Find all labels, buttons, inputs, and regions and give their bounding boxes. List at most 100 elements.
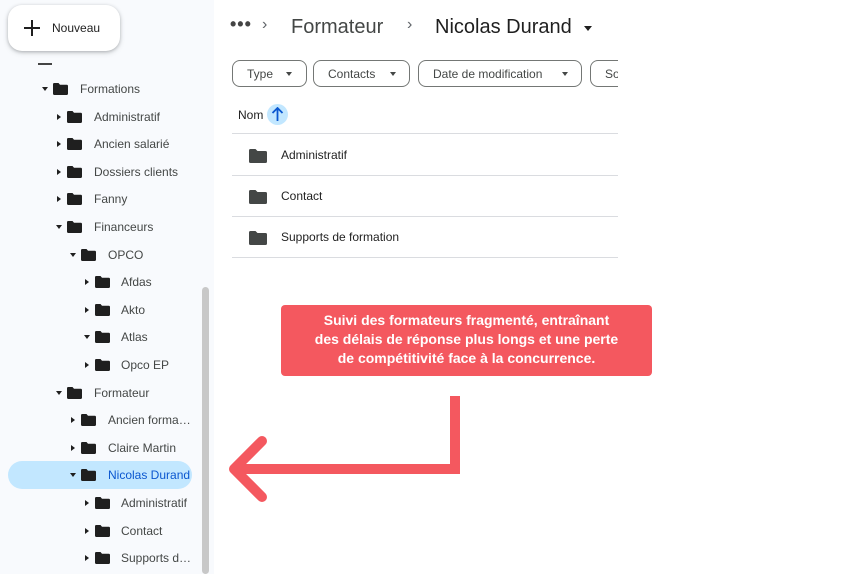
- sidebar-item-label: Dossiers clients: [94, 164, 179, 179]
- caret-down-icon[interactable]: [70, 252, 76, 257]
- folder-icon: [95, 497, 110, 509]
- chevron-down-icon: [286, 72, 292, 76]
- new-button-label: Nouveau: [52, 21, 101, 35]
- list-header: Nom: [232, 100, 618, 134]
- caret-down-icon[interactable]: [84, 335, 90, 340]
- sidebar-item-label: Formations: [80, 82, 141, 96]
- caret-down-icon[interactable]: [56, 225, 62, 229]
- folder-icon: [95, 276, 110, 289]
- sort-button[interactable]: [267, 104, 288, 125]
- sidebar-item-label: Contact: [121, 523, 163, 538]
- folder-icon: [81, 469, 96, 482]
- folder-icon: [81, 248, 96, 261]
- sidebar-item[interactable]: Administratif: [0, 104, 200, 130]
- folder-icon: [67, 165, 82, 178]
- sidebar-item-label: Administratif: [121, 496, 188, 510]
- sidebar-item[interactable]: Formations: [0, 76, 200, 102]
- sidebar-item-label: Akto: [121, 302, 146, 317]
- caret-right-icon[interactable]: [85, 500, 89, 506]
- caret-right-icon[interactable]: [85, 279, 89, 286]
- sidebar-item-label: Financeurs: [94, 220, 154, 234]
- new-button[interactable]: Nouveau: [8, 5, 120, 51]
- caret-right-icon[interactable]: [57, 168, 61, 175]
- sidebar-item[interactable]: Formateur: [0, 380, 200, 406]
- sidebar: Nouveau Formations Administratif Ancien sa…: [0, 0, 214, 574]
- sidebar-item-label: Nicolas Durand: [108, 468, 191, 483]
- list-item[interactable]: Administratif: [232, 135, 618, 176]
- sidebar-item[interactable]: Claire Martin: [0, 435, 200, 461]
- annotation-callout: Suivi des formateurs fragmenté, entraîna…: [281, 305, 652, 376]
- chevron-down-icon: [562, 72, 568, 76]
- caret-down-icon[interactable]: [42, 87, 48, 91]
- folder-icon: [81, 441, 96, 454]
- filter-source[interactable]: So: [590, 60, 618, 87]
- tree-partial-row: [38, 63, 52, 65]
- sidebar-item[interactable]: Akto: [0, 297, 200, 323]
- caret-right-icon[interactable]: [85, 362, 89, 368]
- annotation-text: Suivi des formateurs fragmenté, entraîna…: [314, 312, 619, 366]
- list-item[interactable]: Supports de formation: [232, 217, 618, 258]
- caret-right-icon[interactable]: [57, 141, 61, 148]
- annotation-arrow-icon: [229, 396, 460, 502]
- sidebar-item[interactable]: Afdas: [0, 269, 200, 295]
- filter-type[interactable]: Type: [232, 60, 307, 87]
- sidebar-item[interactable]: Administratif: [0, 490, 200, 516]
- folder-icon: [67, 386, 82, 399]
- caret-right-icon[interactable]: [85, 555, 89, 562]
- chevron-right-icon: ›: [407, 16, 413, 33]
- sidebar-item[interactable]: Atlas: [0, 324, 200, 350]
- sidebar-item-label: Afdas: [121, 275, 152, 290]
- folder-icon: [249, 149, 267, 163]
- caret-right-icon[interactable]: [85, 306, 89, 313]
- folder-icon: [67, 193, 82, 206]
- folder-icon: [95, 331, 110, 344]
- folder-icon: [95, 524, 110, 537]
- caret-right-icon[interactable]: [71, 444, 75, 451]
- sidebar-item[interactable]: Ancien forma…: [0, 407, 200, 433]
- column-name-header[interactable]: Nom: [238, 108, 263, 122]
- item-name: Supports de formation: [281, 230, 400, 244]
- sidebar-item[interactable]: Financeurs: [0, 214, 200, 240]
- filter-contacts[interactable]: Contacts: [313, 60, 410, 87]
- dropdown-caret-icon[interactable]: [584, 26, 592, 31]
- sidebar-item-label: Ancien forma…: [108, 413, 191, 428]
- sidebar-scrollbar[interactable]: [202, 287, 209, 574]
- breadcrumb-parent[interactable]: Formateur: [291, 16, 383, 39]
- sidebar-item[interactable]: Dossiers clients: [0, 159, 200, 185]
- caret-right-icon[interactable]: [71, 417, 75, 424]
- sidebar-item-label: Ancien salarié: [94, 137, 170, 152]
- item-name: Administratif: [281, 148, 348, 162]
- folder-icon: [67, 138, 82, 151]
- sidebar-item-label: Fanny: [94, 192, 128, 207]
- list-item[interactable]: Contact: [232, 176, 618, 217]
- plus-icon: [23, 19, 41, 37]
- filter-date-modified[interactable]: Date de modification: [418, 60, 582, 87]
- breadcrumb-current[interactable]: Nicolas Durand: [435, 16, 572, 39]
- folder-icon: [95, 359, 110, 371]
- folder-icon: [53, 83, 68, 95]
- sidebar-item[interactable]: Contact: [0, 518, 200, 544]
- caret-right-icon[interactable]: [57, 196, 61, 203]
- sidebar-item[interactable]: Ancien salarié: [0, 131, 200, 157]
- breadcrumb-more-button[interactable]: •••: [230, 14, 252, 35]
- sidebar-item[interactable]: Opco EP: [0, 352, 200, 378]
- caret-right-icon[interactable]: [57, 113, 61, 120]
- sidebar-item[interactable]: Nicolas Durand: [0, 461, 200, 490]
- sidebar-item[interactable]: OPCO: [0, 242, 200, 268]
- item-name: Contact: [281, 189, 323, 203]
- folder-icon: [249, 190, 267, 204]
- caret-down-icon[interactable]: [70, 473, 76, 478]
- folder-icon: [249, 231, 267, 245]
- folder-icon: [81, 414, 96, 427]
- caret-right-icon[interactable]: [85, 527, 89, 534]
- chevron-right-icon: ›: [262, 16, 268, 33]
- sidebar-item[interactable]: Supports d…: [0, 545, 200, 571]
- sidebar-item-label: Supports d…: [121, 551, 192, 566]
- arrow-up-icon: [271, 107, 284, 121]
- sidebar-item[interactable]: Fanny: [0, 186, 200, 212]
- sidebar-item-label: Administratif: [94, 109, 161, 124]
- folder-icon: [95, 552, 110, 565]
- caret-down-icon[interactable]: [56, 390, 62, 395]
- sidebar-item-label: Formateur: [94, 385, 150, 400]
- folder-icon: [67, 221, 82, 233]
